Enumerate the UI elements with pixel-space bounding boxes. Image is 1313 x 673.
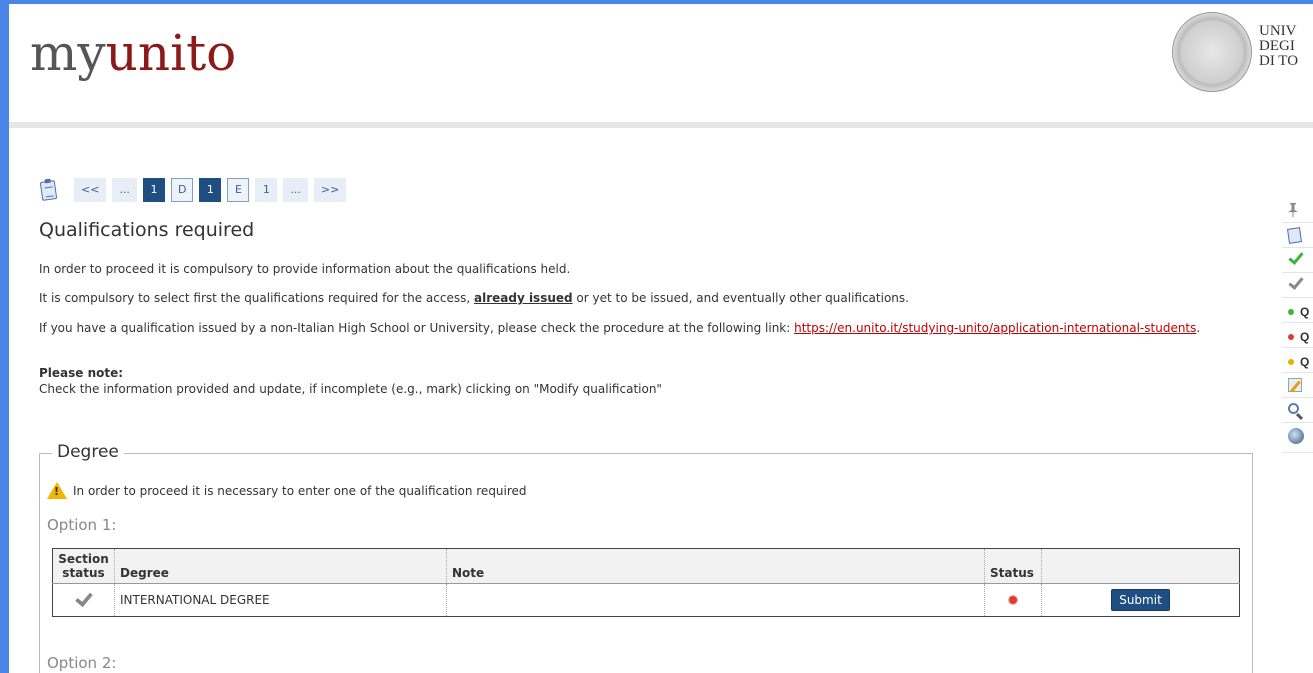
sidebar-item-yellow[interactable]: Q	[1282, 348, 1313, 373]
col-note: Note	[446, 548, 985, 584]
col-degree: Degree	[114, 548, 447, 584]
option-1-label: Option 1:	[47, 516, 117, 534]
note-block: Please note: Check the information provi…	[39, 365, 662, 397]
international-students-link[interactable]: https://en.unito.it/studying-unito/appli…	[794, 321, 1196, 335]
university-name: UNIV DEGI DI TO	[1259, 23, 1299, 69]
header-divider	[9, 122, 1313, 128]
grey-check-icon	[1288, 278, 1302, 290]
requirement-text: It is compulsory to select first the qua…	[39, 291, 909, 305]
search-icon	[1288, 403, 1299, 414]
site-header: myunito UNIV DEGI DI TO	[9, 4, 1313, 122]
note-cell	[446, 583, 985, 617]
step-pager: << ... 1 D 1 E 1 ... >>	[38, 178, 352, 202]
degree-legend: Degree	[52, 442, 124, 462]
clipboard-icon	[1287, 227, 1302, 244]
yellow-dot-icon	[1288, 359, 1294, 365]
myunito-logo[interactable]: myunito	[30, 24, 236, 82]
status-red-dot-icon	[1009, 596, 1017, 604]
pager-step-current[interactable]: 1	[199, 178, 222, 202]
sidebar-item-search[interactable]	[1282, 398, 1313, 423]
pager-first[interactable]: <<	[74, 178, 107, 202]
pager-step-e[interactable]: E	[227, 178, 250, 202]
sidebar-item-edit[interactable]	[1282, 373, 1313, 398]
sidebar-item-clipboard[interactable]	[1282, 223, 1313, 248]
page-title: Qualifications required	[39, 219, 255, 241]
sidebar-item-done[interactable]	[1282, 273, 1313, 298]
col-status: Status	[984, 548, 1042, 584]
legend-sidebar: Q Q Q	[1282, 198, 1313, 453]
pager-step-d[interactable]: D	[170, 178, 194, 202]
green-check-icon	[1288, 253, 1302, 265]
col-action	[1041, 548, 1240, 584]
university-seal-icon	[1172, 12, 1252, 92]
option-2-label: Option 2:	[47, 654, 117, 672]
pager-last[interactable]: >>	[313, 178, 347, 202]
pager-step[interactable]: 1	[255, 178, 278, 202]
pager-ellipsis: ...	[283, 178, 308, 202]
green-dot-icon	[1288, 309, 1294, 315]
international-text: If you have a qualification issued by a …	[39, 321, 1201, 335]
note-text: Check the information provided and updat…	[39, 382, 662, 396]
window-frame-left	[0, 0, 9, 673]
pager-ellipsis: ...	[112, 178, 137, 202]
intro-text: In order to proceed it is compulsory to …	[39, 262, 571, 276]
pager-step[interactable]: 1	[142, 178, 165, 202]
table-row: INTERNATIONAL DEGREE Submit	[52, 583, 1240, 617]
red-dot-icon	[1288, 334, 1294, 340]
qualifications-table: Section status Degree Note Status INTERN…	[52, 548, 1240, 617]
pin-icon	[1288, 203, 1298, 217]
globe-icon	[1288, 428, 1304, 444]
sidebar-item-pin[interactable]	[1282, 198, 1313, 223]
degree-cell: INTERNATIONAL DEGREE	[114, 583, 447, 617]
note-label: Please note:	[39, 366, 124, 380]
warning-icon	[47, 482, 67, 499]
sidebar-item-globe[interactable]	[1282, 423, 1313, 453]
clipboard-icon	[38, 179, 60, 201]
warning-message: In order to proceed it is necessary to e…	[47, 482, 527, 499]
col-section-status: Section status	[52, 548, 115, 584]
sidebar-item-green[interactable]: Q	[1282, 298, 1313, 323]
sidebar-item-red[interactable]: Q	[1282, 323, 1313, 348]
grey-check-icon	[75, 593, 93, 605]
edit-icon	[1288, 378, 1302, 392]
submit-button[interactable]: Submit	[1111, 589, 1170, 611]
sidebar-item-complete[interactable]	[1282, 248, 1313, 273]
